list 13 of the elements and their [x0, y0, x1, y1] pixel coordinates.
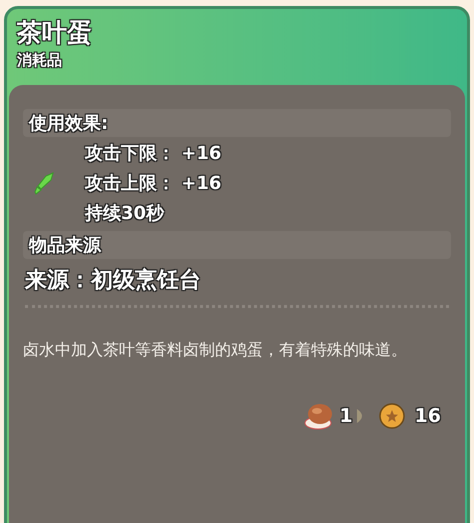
item-title: 茶叶蛋 [17, 17, 93, 49]
input-count: 1 [339, 404, 353, 429]
source-text: 来源：初级烹饪台 [24, 266, 202, 295]
item-description: 卤水中加入茶叶等香料卤制的鸡蛋，有着特殊的味道。 [23, 339, 408, 361]
effect-line: 攻击上限： +16 [85, 172, 222, 196]
item-category: 消耗品 [17, 50, 63, 71]
effect-line: 攻击下限： +16 [85, 142, 222, 166]
source-heading: 物品来源 [29, 234, 101, 258]
effect-line: 持续30秒 [85, 202, 166, 226]
output-count: 16 [414, 404, 441, 429]
coin-icon [378, 403, 405, 429]
effect-heading: 使用效果: [29, 112, 108, 136]
sword-icon [33, 172, 55, 196]
